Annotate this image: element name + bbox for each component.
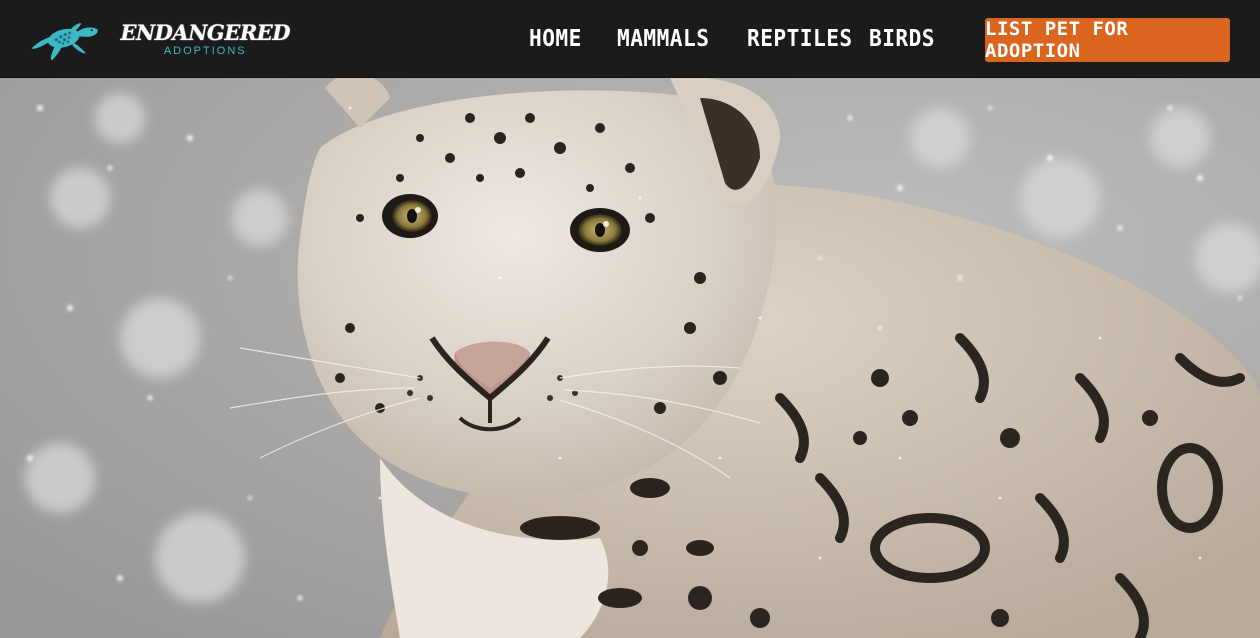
- nav-birds[interactable]: BIRDS: [869, 26, 935, 52]
- list-pet-for-adoption-button[interactable]: LIST PET FOR ADOPTION: [985, 18, 1230, 62]
- main-nav: HOME MAMMALS REPTILES BIRDS: [529, 0, 973, 78]
- nav-home[interactable]: HOME: [529, 26, 581, 52]
- sea-turtle-icon: [31, 23, 98, 61]
- brand-subtitle: ADOPTIONS: [163, 44, 247, 57]
- site-header: ENDANGERED ADOPTIONS HOME MAMMALS REPTIL…: [0, 0, 1260, 78]
- nav-reptiles[interactable]: REPTILES: [747, 26, 852, 52]
- logo[interactable]: ENDANGERED ADOPTIONS: [30, 8, 290, 70]
- snow-leopard-photo: [0, 78, 1260, 638]
- brand-title: ENDANGERED: [120, 19, 290, 45]
- hero-image-snow-leopard: [0, 78, 1260, 638]
- nav-mammals[interactable]: MAMMALS: [617, 26, 709, 52]
